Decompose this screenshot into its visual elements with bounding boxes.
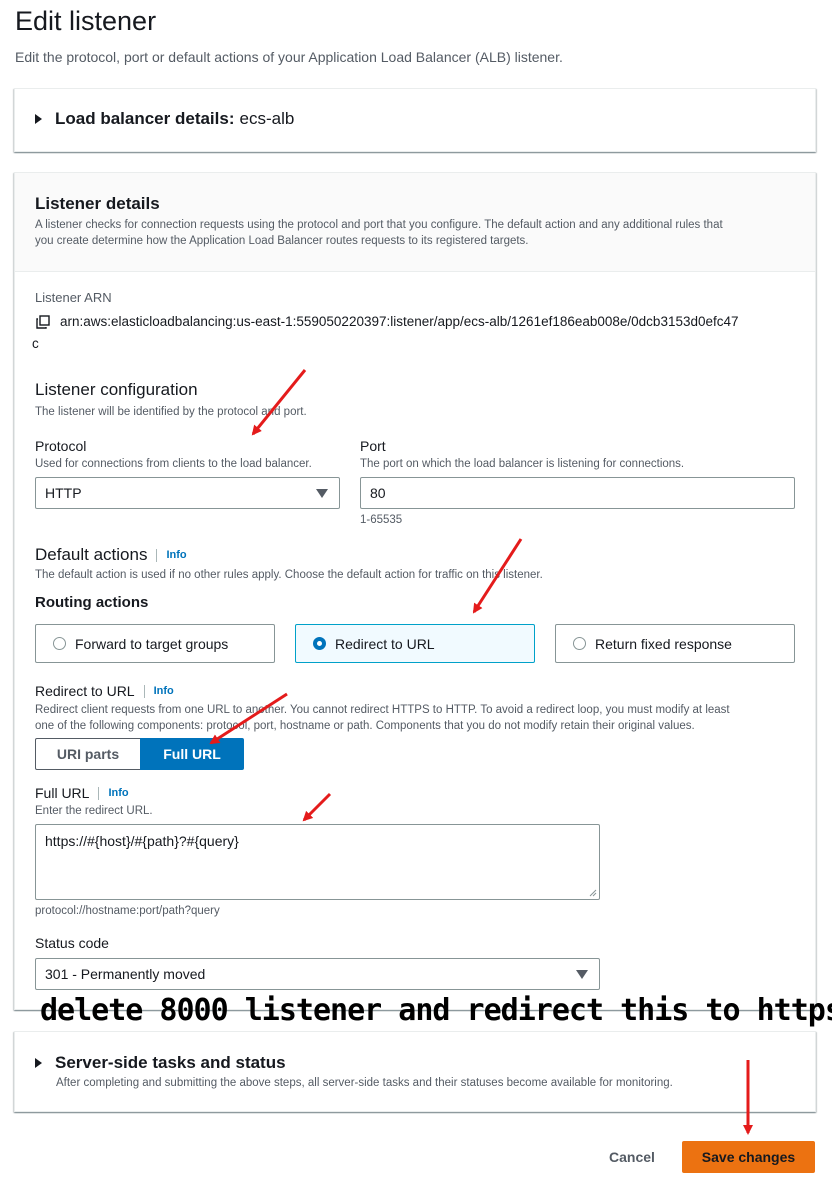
arrow-protocol-icon xyxy=(251,369,307,436)
arrow-full-url-segment-icon xyxy=(209,692,288,745)
annotation-arrows xyxy=(209,369,753,1135)
arrow-full-url-field-icon xyxy=(302,792,332,822)
arrow-redirect-option-icon xyxy=(472,538,523,614)
